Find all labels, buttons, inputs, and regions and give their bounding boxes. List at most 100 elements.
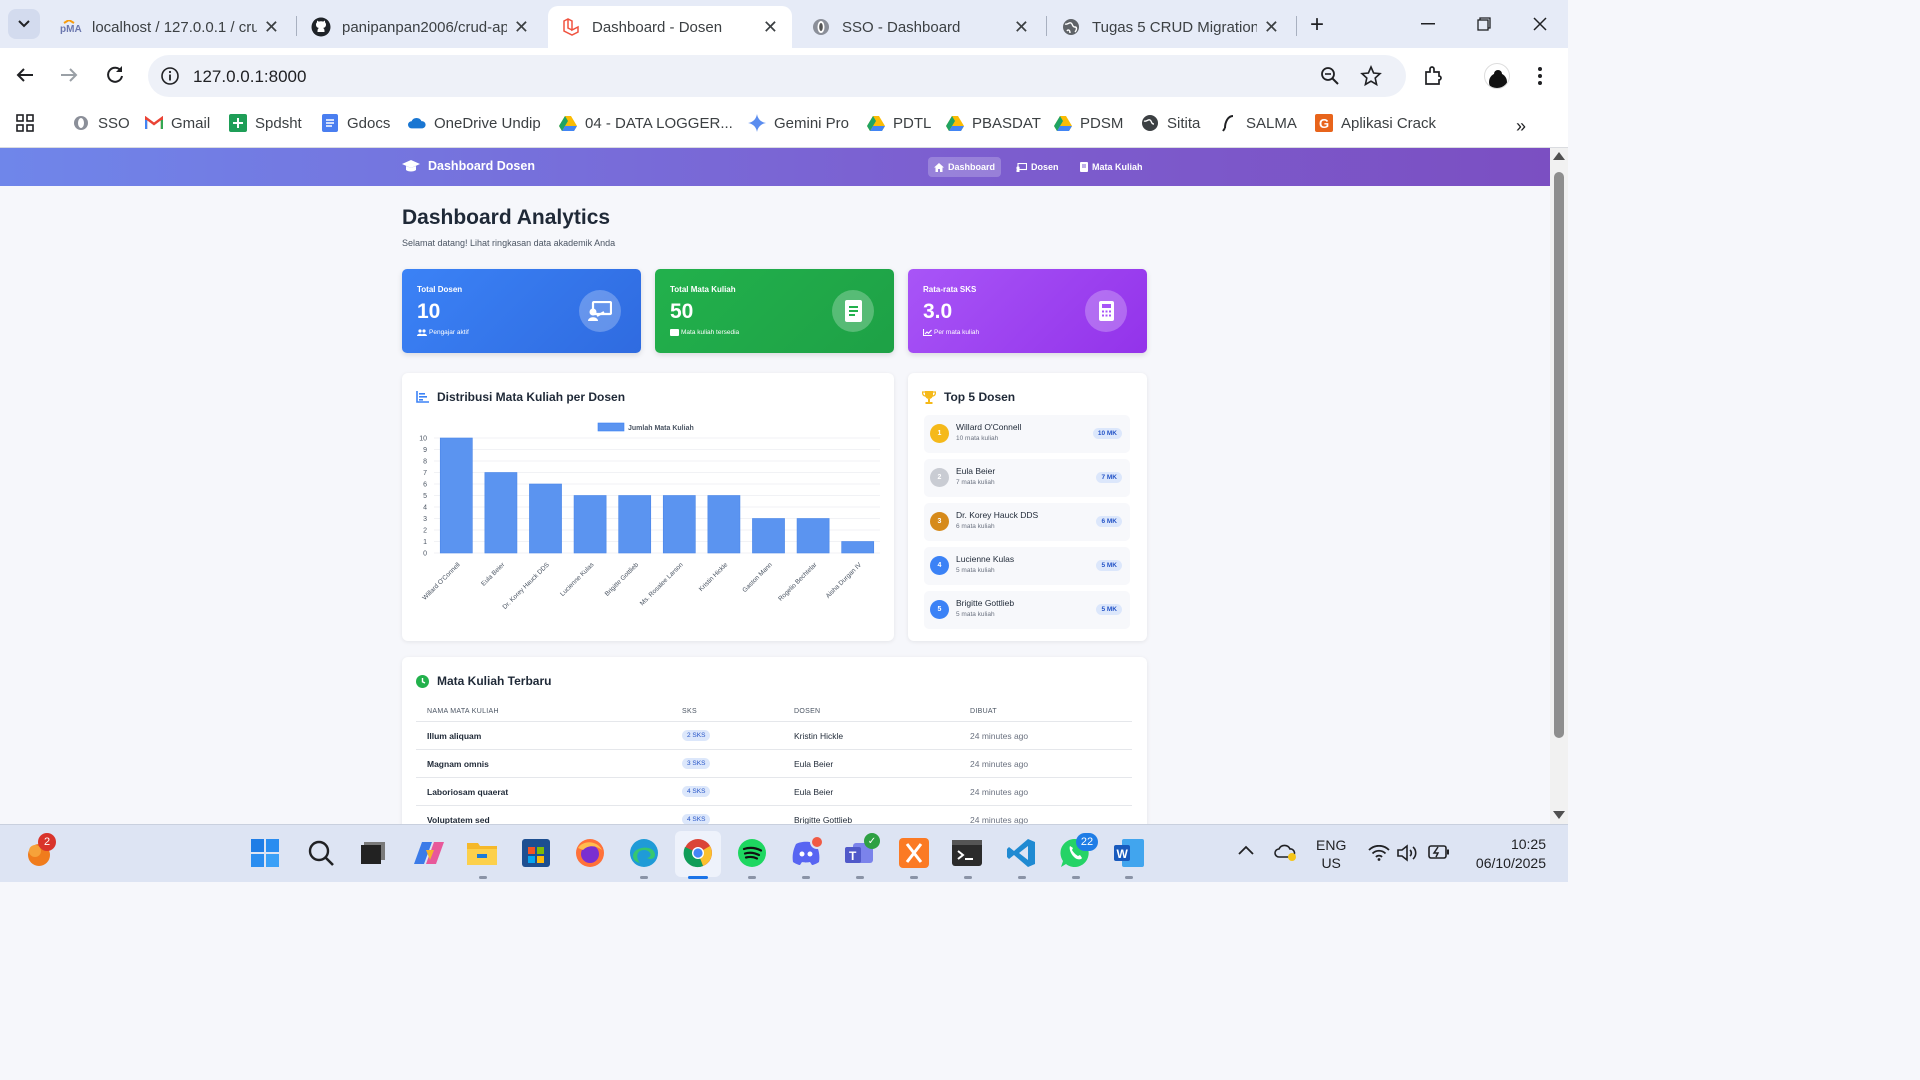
bookmark-star-icon[interactable] — [1360, 65, 1382, 87]
dosen-name: Eula Beier — [794, 787, 834, 797]
bookmark-sitita[interactable]: Sitita — [1141, 114, 1200, 132]
tab-github[interactable]: panipanpan2006/crud-ap ✕ — [298, 6, 543, 48]
stat-footer-label: Mata kuliah tersedia — [681, 329, 740, 336]
copilot-icon[interactable] — [414, 838, 444, 868]
tab-sso[interactable]: SSO - Dashboard ✕ — [798, 6, 1043, 48]
table-row[interactable]: Voluptatem sed 4 SKS Brigitte Gottlieb 2… — [416, 805, 1132, 824]
top-dosen-item[interactable]: 3 Dr. Korey Hauck DDS 6 mata kuliah 6 MK — [924, 503, 1130, 541]
site-info-icon[interactable] — [160, 66, 180, 86]
bar — [529, 483, 562, 554]
minimize-button[interactable] — [1414, 12, 1442, 36]
table-row[interactable]: Magnam omnis 3 SKS Eula Beier 24 minutes… — [416, 749, 1132, 777]
close-icon[interactable]: ✕ — [514, 17, 529, 38]
stat-card-total-dosen: Total Dosen 10 Pengajar aktif — [402, 269, 641, 353]
stat-value: 50 — [670, 300, 694, 323]
bookmark-gdocs[interactable]: Gdocs — [321, 114, 390, 132]
top-dosen-item[interactable]: 4 Lucienne Kulas 5 mata kuliah 5 MK — [924, 547, 1130, 585]
sks-badge: 4 SKS — [682, 786, 711, 797]
scrollbar-thumb[interactable] — [1554, 172, 1564, 738]
extensions-icon[interactable] — [1422, 65, 1444, 87]
close-icon[interactable]: ✕ — [264, 17, 279, 38]
xampp-icon[interactable] — [899, 838, 929, 868]
running-indicator — [1125, 876, 1133, 879]
windows-start-icon[interactable] — [250, 838, 280, 868]
search-icon[interactable] — [306, 838, 336, 868]
zoom-icon[interactable] — [1320, 66, 1340, 86]
nav-dosen[interactable]: Dosen — [1010, 157, 1065, 177]
minimize-icon — [1421, 23, 1435, 25]
task-view-icon[interactable] — [358, 838, 388, 868]
bookmark-sso[interactable]: SSO — [72, 114, 130, 132]
browser-tab-bar: pMA localhost / 127.0.0.1 / cru ✕ panipa… — [0, 0, 1568, 48]
close-icon[interactable]: ✕ — [1014, 17, 1029, 38]
bookmark-aplikasi-crack[interactable]: G Aplikasi Crack — [1315, 114, 1436, 132]
bookmark-pbasdat[interactable]: PBASDAT — [946, 114, 1041, 132]
more-bookmarks-icon[interactable]: » — [1516, 116, 1526, 137]
svg-text:T: T — [849, 849, 857, 863]
top-dosen-item[interactable]: 2 Eula Beier 7 mata kuliah 7 MK — [924, 459, 1130, 497]
reload-button[interactable] — [104, 64, 126, 86]
url-text[interactable]: 127.0.0.1:8000 — [193, 67, 306, 87]
terminal-icon[interactable] — [952, 838, 982, 868]
tab-search-button[interactable] — [8, 9, 40, 39]
spotify-icon[interactable] — [737, 838, 767, 868]
volume-icon[interactable] — [1397, 844, 1419, 862]
nav-dashboard[interactable]: Dashboard — [928, 157, 1002, 177]
close-icon[interactable]: ✕ — [1264, 17, 1279, 38]
onedrive-tray-icon[interactable] — [1274, 843, 1298, 861]
bookmark-onedrive[interactable]: OneDrive Undip — [408, 114, 541, 132]
apps-grid-icon[interactable] — [16, 114, 34, 132]
stat-value: 10 — [417, 300, 441, 323]
wifi-icon[interactable] — [1368, 845, 1390, 861]
microsoft-store-icon[interactable] — [521, 838, 551, 868]
clock[interactable]: 10:25 06/10/2025 — [1466, 835, 1546, 873]
top-dosen-header: Top 5 Dosen — [922, 390, 1015, 404]
forward-button[interactable] — [58, 64, 80, 86]
tab-tugas5[interactable]: Tugas 5 CRUD Migration ✕ — [1048, 6, 1293, 48]
drive-icon — [946, 114, 964, 132]
edge-icon[interactable] — [629, 838, 659, 868]
dosen-name: Brigitte Gottlieb — [956, 598, 1015, 608]
profile-avatar[interactable] — [1484, 63, 1510, 89]
drive-icon — [1054, 114, 1072, 132]
bookmark-pdtl[interactable]: PDTL — [867, 114, 931, 132]
menu-kebab-icon[interactable] — [1536, 66, 1544, 86]
close-icon[interactable]: ✕ — [763, 17, 778, 38]
table-row[interactable]: Illum aliquam 2 SKS Kristin Hickle 24 mi… — [416, 721, 1132, 749]
language-indicator[interactable]: ENG US — [1316, 836, 1346, 872]
bookmark-salma[interactable]: SALMA — [1220, 114, 1297, 132]
battery-icon[interactable] — [1428, 845, 1450, 859]
tab-phpmyadmin[interactable]: pMA localhost / 127.0.0.1 / cru ✕ — [48, 6, 293, 48]
top-dosen-item[interactable]: 1 Willard O'Connell 10 mata kuliah 10 MK — [924, 415, 1130, 453]
page-scrollbar[interactable] — [1550, 148, 1568, 824]
bookmark-gmail[interactable]: Gmail — [145, 114, 210, 132]
close-window-button[interactable] — [1526, 12, 1554, 36]
tab-dashboard-dosen[interactable]: Dashboard - Dosen ✕ — [548, 6, 792, 48]
scroll-down-arrow-icon[interactable] — [1553, 811, 1565, 819]
chrome-icon[interactable] — [683, 838, 713, 868]
word-icon[interactable]: W — [1114, 838, 1144, 868]
bookmark-spdsht[interactable]: Spdsht — [229, 114, 302, 132]
stat-label: Total Mata Kuliah — [670, 285, 736, 294]
new-tab-button[interactable]: + — [1304, 11, 1330, 38]
laravel-icon — [560, 16, 582, 38]
show-hidden-icons[interactable] — [1238, 845, 1254, 855]
recent-courses-header: Mata Kuliah Terbaru — [416, 674, 551, 688]
back-button[interactable] — [14, 64, 36, 86]
brand-label: Dashboard Dosen — [428, 159, 535, 173]
stat-value: 3.0 — [923, 300, 953, 323]
table-row[interactable]: Laboriosam quaerat 4 SKS Eula Beier 24 m… — [416, 777, 1132, 805]
bookmark-pdsm[interactable]: PDSM — [1054, 114, 1123, 132]
top-dosen-item[interactable]: 5 Brigitte Gottlieb 5 mata kuliah 5 MK — [924, 591, 1130, 629]
firefox-icon[interactable] — [575, 838, 605, 868]
bookmark-gemini[interactable]: Gemini Pro — [748, 114, 849, 132]
navbar-brand[interactable]: Dashboard Dosen — [402, 159, 535, 173]
nav-mata-kuliah[interactable]: Mata Kuliah — [1074, 157, 1149, 177]
dosen-name: Eula Beier — [956, 466, 996, 476]
restore-button[interactable] — [1470, 12, 1498, 36]
address-bar[interactable]: 127.0.0.1:8000 — [148, 55, 1406, 97]
vscode-icon[interactable] — [1006, 838, 1036, 868]
file-explorer-icon[interactable] — [467, 838, 497, 868]
bookmark-data-logger[interactable]: 04 - DATA LOGGER... — [559, 114, 733, 132]
scroll-up-arrow-icon[interactable] — [1553, 152, 1565, 160]
